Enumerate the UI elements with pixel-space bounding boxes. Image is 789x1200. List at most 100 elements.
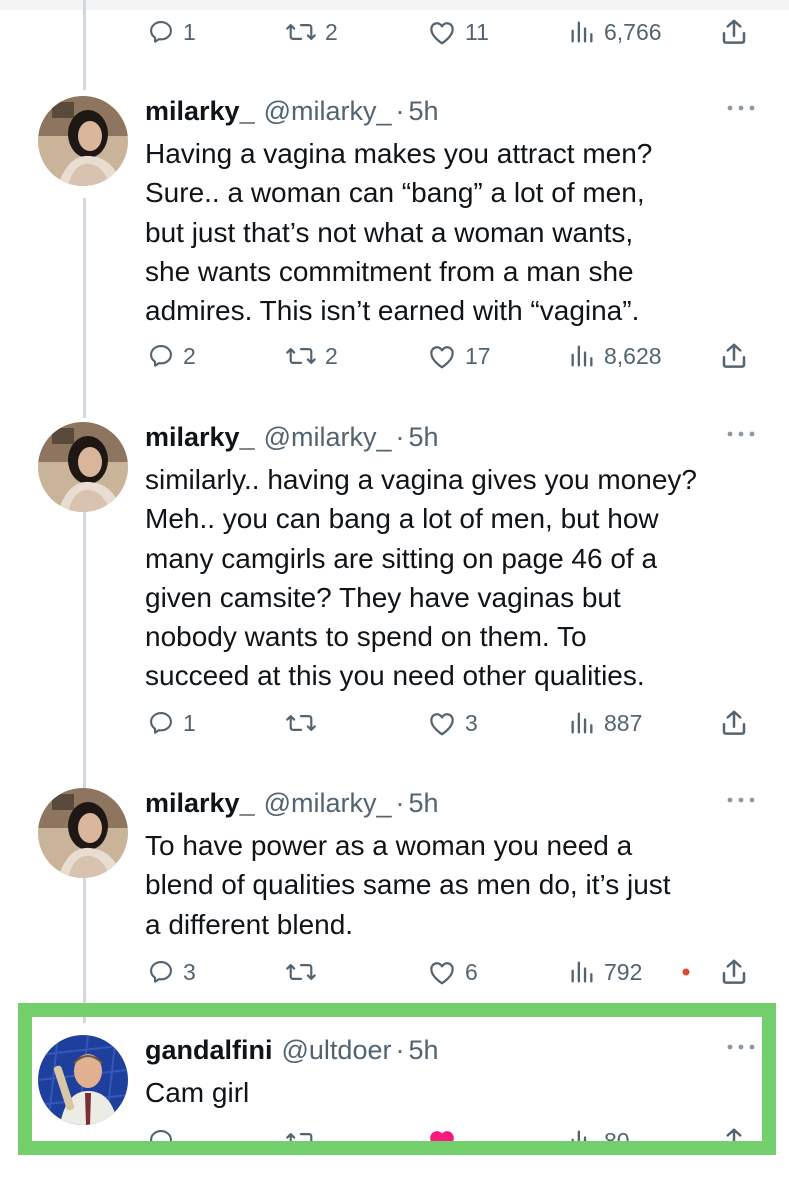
tweet-text-line: Meh.. you can bang a lot of men, but how (145, 503, 659, 535)
share-button[interactable] (719, 12, 749, 52)
more-button[interactable] (721, 422, 761, 448)
repost-icon (286, 24, 316, 40)
views-button[interactable]: 6,766 (568, 12, 662, 52)
more-icon (727, 431, 755, 437)
heart-icon (430, 713, 454, 736)
tweet-text-line: To have power as a woman you need a (145, 830, 633, 861)
display-name[interactable]: milarky_ (145, 422, 255, 453)
separator: · (395, 788, 405, 818)
more-icon (727, 797, 755, 803)
views-button[interactable]: 8,628 (568, 336, 662, 376)
tweet-text: To have power as a woman you need a blen… (145, 826, 759, 944)
tweet-text: similarly.. having a vagina gives you mo… (145, 460, 759, 696)
views-button[interactable]: 792 (568, 952, 642, 992)
like-count: 6 (465, 958, 478, 985)
repost-button[interactable] (285, 703, 325, 743)
share-button[interactable] (719, 952, 749, 992)
share-icon (722, 959, 746, 984)
repost-icon (286, 715, 316, 731)
reply-icon (150, 345, 172, 367)
reply-icon (150, 961, 172, 983)
more-button[interactable] (721, 96, 761, 122)
heart-icon (430, 346, 454, 369)
tweet-text-line: admires. This isn’t earned with “vagina”… (145, 295, 640, 327)
thread-connector (83, 508, 86, 793)
display-name[interactable]: milarky_ (145, 96, 255, 127)
view-count: 887 (604, 709, 643, 736)
reply-button[interactable]: 2 (147, 336, 196, 376)
repost-count: 2 (325, 18, 338, 45)
like-button[interactable]: 17 (427, 336, 491, 376)
like-count: 17 (465, 342, 491, 369)
tweet-text-line: similarly.. having a vagina gives you mo… (145, 464, 697, 495)
notification-dot (682, 952, 690, 992)
tweet-text: Having a vagina makes you attract men? S… (145, 134, 759, 330)
tweet-text-line: Sure.. a woman can “bang” a lot of men, (145, 177, 645, 209)
user-handle[interactable]: @milarky_ (264, 788, 392, 819)
reply-icon (150, 21, 172, 43)
timestamp[interactable]: 5h (409, 422, 439, 453)
avatar[interactable] (38, 96, 128, 186)
view-count: 792 (604, 958, 643, 985)
share-button[interactable] (719, 336, 749, 376)
repost-button[interactable]: 2 (285, 336, 338, 376)
tweet-text-line: she wants commitment from a man she (145, 255, 634, 287)
tweet-header: milarky_ @milarky_ · 5h (145, 422, 759, 456)
like-button[interactable]: 11 (427, 12, 489, 52)
like-count: 3 (465, 709, 478, 736)
more-icon (727, 105, 755, 111)
tweet-text-line: nobody wants to spend on them. To (145, 621, 587, 653)
tweet-text-line: given camsite? They have vaginas but (145, 581, 621, 613)
tweet-text-line: Having a vagina makes you attract men? (145, 138, 653, 169)
share-icon (722, 710, 746, 735)
tweet-header: milarky_ @milarky_ · 5h (145, 96, 759, 130)
top-scroll-edge (0, 0, 789, 10)
repost-count: 2 (325, 342, 338, 369)
tweet-text-line: succeed at this you need other qualities… (145, 660, 645, 692)
reply-count: 3 (183, 958, 196, 985)
tweet-actions: 1 2 11 6,766 (0, 12, 789, 52)
reply-icon (150, 712, 172, 734)
views-icon (571, 961, 593, 983)
separator: · (395, 96, 405, 126)
like-button[interactable]: 6 (427, 952, 478, 992)
tweet-header: milarky_ @milarky_ · 5h (145, 788, 759, 822)
reply-button[interactable]: 1 (147, 12, 196, 52)
view-count: 8,628 (604, 342, 662, 369)
share-icon (722, 343, 746, 368)
thread-connector (83, 198, 86, 418)
reply-count: 1 (183, 709, 196, 736)
timestamp[interactable]: 5h (409, 96, 439, 127)
avatar[interactable] (38, 788, 128, 878)
repost-button[interactable] (285, 952, 325, 992)
view-count: 6,766 (604, 18, 662, 45)
user-handle[interactable]: @milarky_ (264, 422, 392, 453)
views-button[interactable]: 887 (568, 703, 642, 743)
tweet-actions: 2 2 17 8,628 (0, 336, 789, 376)
timestamp[interactable]: 5h (409, 788, 439, 819)
reply-button[interactable]: 1 (147, 703, 196, 743)
reply-count: 2 (183, 342, 196, 369)
avatar[interactable] (38, 422, 128, 512)
share-icon (722, 19, 746, 44)
share-button[interactable] (719, 703, 749, 743)
like-count: 11 (465, 18, 489, 45)
repost-icon (286, 964, 316, 980)
repost-icon (286, 348, 316, 364)
reply-button[interactable]: 3 (147, 952, 196, 992)
separator: · (395, 422, 405, 452)
more-button[interactable] (721, 788, 761, 814)
views-icon (571, 21, 593, 43)
tweet-actions: 1 3 887 (0, 703, 789, 743)
tweet-actions: 3 6 792 (0, 952, 789, 992)
user-handle[interactable]: @milarky_ (264, 96, 392, 127)
tweet-text-line: but just that’s not what a woman wants, (145, 216, 634, 248)
like-button[interactable]: 3 (427, 703, 478, 743)
notification-dot-icon (682, 968, 690, 976)
repost-button[interactable]: 2 (285, 12, 338, 52)
tweet-text-line: blend of qualities same as men do, it’s … (145, 869, 671, 901)
views-icon (571, 345, 593, 367)
reply-count: 1 (183, 18, 196, 45)
display-name[interactable]: milarky_ (145, 788, 255, 819)
views-icon (571, 712, 593, 734)
